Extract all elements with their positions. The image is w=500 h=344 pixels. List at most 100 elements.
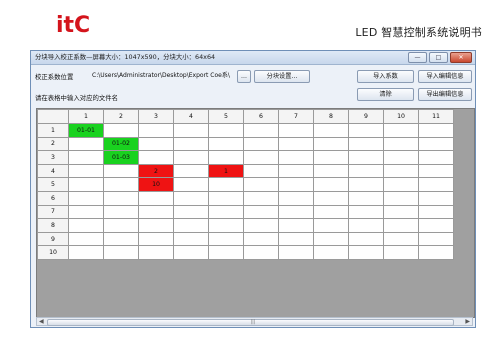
grid-cell[interactable] bbox=[208, 177, 244, 192]
grid-cell[interactable] bbox=[138, 231, 174, 247]
grid-cell[interactable] bbox=[68, 163, 104, 179]
browse-button[interactable]: ... bbox=[237, 70, 251, 83]
grid-cell[interactable]: 1 bbox=[208, 163, 244, 179]
grid-cell[interactable] bbox=[383, 150, 419, 165]
grid-cell[interactable] bbox=[243, 123, 279, 138]
grid-cell[interactable] bbox=[173, 231, 209, 247]
grid-cell[interactable] bbox=[348, 218, 384, 233]
grid-cell[interactable] bbox=[383, 190, 419, 206]
grid-cell[interactable] bbox=[208, 204, 244, 220]
grid-cell[interactable] bbox=[138, 150, 174, 165]
grid-cell[interactable] bbox=[103, 123, 139, 138]
grid-cell[interactable] bbox=[243, 150, 279, 165]
grid-viewport[interactable]: 1 2 3 4 5 6 7 8 9 10 11 1 01-01 2 01-02 3 01-… bbox=[36, 108, 475, 318]
grid-cell[interactable]: 01-01 bbox=[68, 123, 104, 138]
grid-cell[interactable] bbox=[348, 204, 384, 220]
grid-cell[interactable] bbox=[103, 218, 139, 233]
grid-cell[interactable] bbox=[348, 190, 384, 206]
grid-cell[interactable] bbox=[278, 218, 314, 233]
close-icon[interactable]: ✕ bbox=[450, 52, 472, 63]
grid-cell[interactable] bbox=[103, 231, 139, 247]
window-titlebar[interactable]: 分块导入校正系数—屏幕大小：1047x590，分块大小：64x64 — □ ✕ bbox=[31, 51, 475, 65]
grid-cell[interactable] bbox=[173, 190, 209, 206]
grid-cell[interactable] bbox=[418, 123, 454, 138]
grid-cell[interactable] bbox=[103, 190, 139, 206]
grid-cell[interactable] bbox=[278, 136, 314, 152]
grid-cell[interactable] bbox=[208, 231, 244, 247]
grid-cell[interactable] bbox=[313, 218, 349, 233]
grid-cell[interactable] bbox=[243, 204, 279, 220]
grid-cell[interactable] bbox=[68, 136, 104, 152]
grid-cell[interactable] bbox=[138, 204, 174, 220]
grid-cell[interactable] bbox=[383, 245, 419, 260]
grid-cell[interactable] bbox=[208, 190, 244, 206]
grid-cell[interactable] bbox=[173, 150, 209, 165]
grid-cell[interactable] bbox=[418, 177, 454, 192]
import-coefficient-button[interactable]: 导入系数 bbox=[357, 70, 414, 83]
grid-cell[interactable] bbox=[138, 123, 174, 138]
grid-cell[interactable] bbox=[243, 163, 279, 179]
grid-cell[interactable] bbox=[173, 123, 209, 138]
grid-cell[interactable] bbox=[243, 218, 279, 233]
grid-cell[interactable] bbox=[348, 231, 384, 247]
grid-cell[interactable] bbox=[103, 177, 139, 192]
scrollbar-thumb[interactable]: ||| bbox=[47, 319, 454, 326]
grid-cell[interactable] bbox=[208, 218, 244, 233]
scroll-right-icon[interactable]: ▶ bbox=[465, 318, 470, 325]
import-edit-info-button[interactable]: 导入编辑信息 bbox=[418, 70, 472, 83]
grid-cell[interactable] bbox=[68, 177, 104, 192]
grid-cell[interactable] bbox=[418, 204, 454, 220]
grid-cell[interactable] bbox=[138, 190, 174, 206]
grid-cell[interactable] bbox=[173, 177, 209, 192]
grid-cell[interactable] bbox=[278, 190, 314, 206]
grid-cell[interactable] bbox=[278, 163, 314, 179]
grid-cell[interactable] bbox=[138, 218, 174, 233]
grid-cell[interactable]: 01-02 bbox=[103, 136, 139, 152]
grid-cell[interactable] bbox=[348, 177, 384, 192]
grid-cell[interactable] bbox=[313, 163, 349, 179]
grid-cell[interactable]: 01-03 bbox=[103, 150, 139, 165]
grid-cell[interactable] bbox=[348, 163, 384, 179]
grid-cell[interactable] bbox=[173, 245, 209, 260]
grid-cell[interactable] bbox=[208, 136, 244, 152]
grid-cell[interactable] bbox=[173, 204, 209, 220]
grid-cell[interactable] bbox=[383, 163, 419, 179]
grid-cell[interactable] bbox=[313, 231, 349, 247]
grid-cell[interactable] bbox=[173, 163, 209, 179]
grid-cell[interactable] bbox=[278, 177, 314, 192]
grid-cell[interactable] bbox=[383, 218, 419, 233]
grid-cell[interactable] bbox=[68, 204, 104, 220]
grid-cell[interactable] bbox=[418, 245, 454, 260]
minimize-icon[interactable]: — bbox=[408, 52, 427, 63]
grid-cell[interactable] bbox=[418, 163, 454, 179]
grid-cell[interactable] bbox=[313, 245, 349, 260]
grid-cell[interactable] bbox=[243, 190, 279, 206]
grid-cell[interactable] bbox=[243, 245, 279, 260]
grid-cell[interactable] bbox=[383, 204, 419, 220]
grid-cell[interactable] bbox=[278, 204, 314, 220]
grid-cell[interactable] bbox=[383, 123, 419, 138]
grid-cell[interactable] bbox=[138, 245, 174, 260]
grid-cell[interactable] bbox=[313, 190, 349, 206]
grid-cell[interactable] bbox=[418, 150, 454, 165]
grid-cell[interactable]: 2 bbox=[138, 163, 174, 179]
horizontal-scrollbar[interactable]: ◀ ||| ▶ bbox=[36, 317, 473, 326]
grid-cell[interactable] bbox=[348, 245, 384, 260]
grid-cell[interactable] bbox=[68, 190, 104, 206]
grid-cell[interactable] bbox=[243, 231, 279, 247]
grid-cell[interactable] bbox=[68, 150, 104, 165]
grid-cell[interactable] bbox=[278, 150, 314, 165]
maximize-icon[interactable]: □ bbox=[429, 52, 448, 63]
grid-cell[interactable] bbox=[208, 150, 244, 165]
grid-cell[interactable] bbox=[313, 136, 349, 152]
grid-cell[interactable] bbox=[313, 177, 349, 192]
grid-cell[interactable] bbox=[313, 204, 349, 220]
grid-cell[interactable] bbox=[383, 136, 419, 152]
grid-cell[interactable] bbox=[138, 136, 174, 152]
grid-cell[interactable] bbox=[313, 150, 349, 165]
clear-button[interactable]: 清除 bbox=[357, 88, 414, 101]
export-edit-info-button[interactable]: 导出编辑信息 bbox=[418, 88, 472, 101]
grid-cell[interactable] bbox=[278, 231, 314, 247]
grid-cell[interactable]: 10 bbox=[138, 177, 174, 192]
coefficient-path-field[interactable]: C:\Users\Administrator\Desktop\Export Co… bbox=[89, 70, 235, 81]
